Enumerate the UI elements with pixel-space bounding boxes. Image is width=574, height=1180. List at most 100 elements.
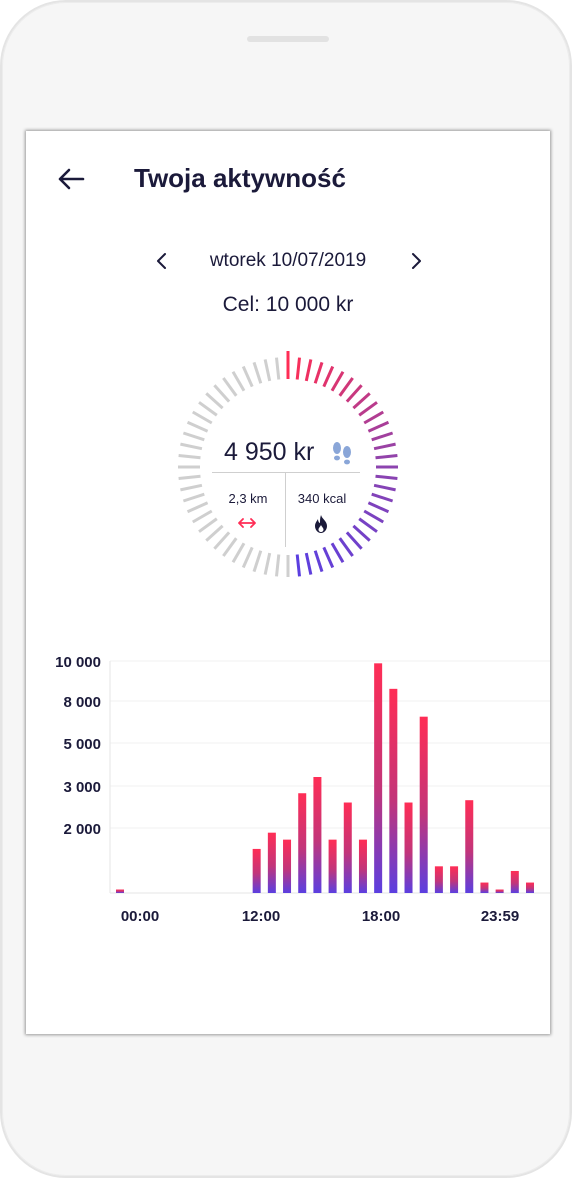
x-tick-label: 23:59: [481, 908, 519, 925]
chart-bar: [328, 839, 337, 893]
ring-tick-active: [338, 377, 354, 397]
ring-tick-active: [352, 524, 371, 542]
ring-tick-active: [375, 474, 398, 480]
calories-value: 340 kcal: [297, 491, 347, 506]
ring-tick-active: [322, 546, 335, 569]
chart-bar: [374, 663, 383, 893]
next-day-button[interactable]: [406, 251, 426, 271]
y-tick-label: 3 000: [63, 779, 101, 796]
ring-tick-active: [295, 554, 301, 577]
ring-tick-active: [373, 442, 396, 451]
ring-tick-inactive: [231, 542, 246, 564]
y-tick-label: 2 000: [63, 821, 101, 838]
chart-bar: [358, 839, 367, 893]
y-tick-label: 10 000: [55, 654, 101, 671]
ring-tick-active: [322, 365, 335, 388]
chart-bar: [450, 866, 459, 893]
ring-tick-inactive: [241, 546, 254, 569]
hourly-steps-chart: 10 000 8 000 5 000 3 000 2 000 00:00 12:00 18:0…: [55, 654, 550, 925]
daily-goal: Cel: 10 000 kr: [222, 293, 354, 316]
ring-tick-inactive: [231, 370, 246, 392]
chart-bar: [116, 889, 124, 893]
ring-tick-inactive: [205, 392, 224, 410]
ring-tick-inactive: [198, 401, 218, 417]
chart-bar: [495, 889, 504, 893]
chart-bar: [465, 800, 474, 893]
ring-tick-inactive: [275, 554, 281, 577]
ring-tick-inactive: [263, 552, 272, 575]
ring-tick-inactive: [182, 431, 205, 442]
chart-bar: [526, 882, 534, 893]
chart-bar: [480, 882, 489, 893]
footprints-icon: [333, 442, 351, 465]
progress-ring: [178, 351, 398, 577]
ring-tick-inactive: [222, 377, 238, 397]
ring-tick-active: [304, 359, 313, 382]
ring-tick-active: [367, 501, 390, 514]
chart-bar: [283, 839, 292, 893]
ring-tick-active: [363, 509, 385, 524]
ring-tick-inactive: [186, 501, 209, 514]
chart-bar: [389, 688, 398, 893]
ring-tick-active: [358, 401, 378, 417]
ring-tick-active: [338, 537, 354, 557]
x-tick-label: 12:00: [242, 908, 280, 925]
ring-tick-active: [345, 384, 363, 403]
app-screen: Twoja aktywność wtorek 10/07/2019 Cel: 1…: [26, 131, 550, 1034]
ring-tick-inactive: [252, 361, 263, 384]
page-title: Twoja aktywność: [134, 163, 346, 193]
ring-tick-active: [330, 542, 345, 564]
back-button[interactable]: [56, 167, 86, 191]
ring-tick-active: [371, 431, 394, 442]
x-tick-label: 18:00: [362, 908, 400, 925]
ring-tick-inactive: [222, 537, 238, 557]
chart-bar: [434, 866, 443, 893]
ring-tick-inactive: [241, 365, 254, 388]
double-arrow-icon: [238, 518, 256, 528]
ring-tick-active: [371, 492, 394, 503]
chart-bar: [313, 777, 322, 893]
ring-tick-active: [375, 454, 398, 460]
flame-icon: [315, 515, 327, 533]
chart-bar: [419, 716, 428, 893]
ring-tick-active: [295, 357, 301, 380]
y-tick-label: 8 000: [63, 694, 101, 711]
ring-tick-inactive: [213, 384, 231, 403]
ring-tick-inactive: [178, 454, 201, 460]
chart-bar: [267, 832, 276, 893]
ring-tick-active: [313, 550, 324, 573]
stats-divider-horizontal: [212, 472, 360, 473]
chart-bar: [510, 870, 519, 893]
ring-tick-active: [373, 483, 396, 492]
y-tick-label: 5 000: [63, 736, 101, 753]
arrow-left-icon: [58, 168, 85, 190]
ring-tick-inactive: [191, 509, 213, 524]
ring-tick-inactive: [263, 359, 272, 382]
x-tick-label: 00:00: [121, 908, 159, 925]
ring-tick-inactive: [198, 517, 218, 533]
speaker-grille: [247, 36, 329, 42]
ring-tick-inactive: [180, 442, 203, 451]
ring-tick-active: [367, 420, 390, 433]
ring-tick-active: [345, 531, 363, 550]
date-navigator: wtorek 10/07/2019: [26, 249, 550, 273]
stats-divider-vertical: [285, 473, 286, 547]
ring-tick-inactive: [275, 357, 281, 380]
ring-tick-inactive: [186, 420, 209, 433]
chart-bar: [298, 793, 307, 893]
steps-count: 4 950 kr: [224, 438, 315, 466]
ring-tick-inactive: [213, 531, 231, 550]
ring-tick-active: [304, 552, 313, 575]
chart-bar: [343, 802, 352, 893]
ring-tick-inactive: [180, 483, 203, 492]
chart-bar: [252, 848, 261, 893]
ring-tick-active: [358, 517, 378, 533]
chart-bar: [404, 802, 413, 893]
distance-value: 2,3 km: [228, 491, 268, 506]
ring-tick-inactive: [252, 550, 263, 573]
ring-tick-inactive: [182, 492, 205, 503]
ring-tick-inactive: [205, 524, 224, 542]
ring-tick-inactive: [191, 410, 213, 425]
ring-tick-inactive: [178, 474, 201, 480]
ring-tick-active: [363, 410, 385, 425]
